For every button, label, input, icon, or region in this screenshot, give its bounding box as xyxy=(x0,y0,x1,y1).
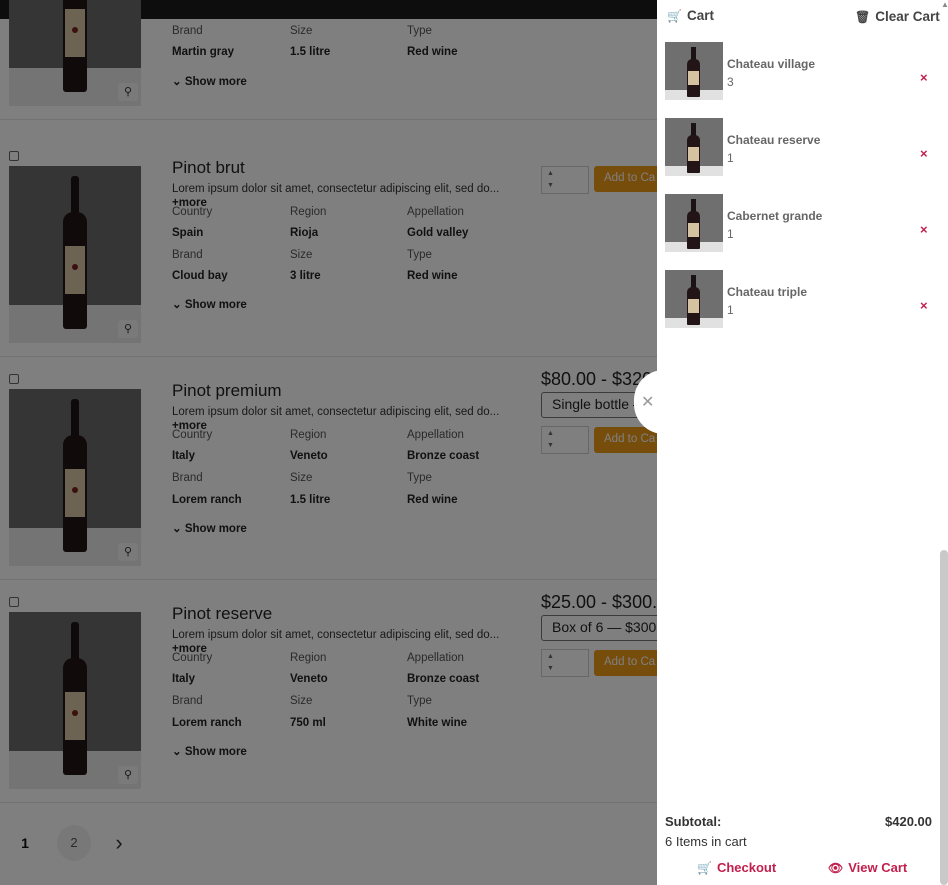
cart-item-thumbnail xyxy=(665,194,723,252)
view-cart-button[interactable]: 👁 View Cart xyxy=(828,860,907,875)
cart-item: Cabernet grande 1 × xyxy=(665,194,940,254)
cart-item-qty: 1 xyxy=(727,303,734,317)
cart-item: Chateau triple 1 × xyxy=(665,270,940,330)
cart-icon: 🛒 xyxy=(697,861,712,875)
eye-icon: 👁 xyxy=(828,861,844,875)
cart-item-qty: 1 xyxy=(727,151,734,165)
cart-header-title: 🛒 Cart xyxy=(667,8,714,23)
remove-item-icon[interactable]: × xyxy=(920,70,928,85)
cart-drawer: 🛒 Cart 🗑 Clear Cart Chateau village 3 × Ch… xyxy=(657,0,948,885)
cart-item-qty: 1 xyxy=(727,227,734,241)
cart-item-name[interactable]: Chateau village xyxy=(727,57,815,71)
remove-item-icon[interactable]: × xyxy=(920,298,928,313)
subtotal-label: Subtotal: xyxy=(665,814,722,829)
cart-item-name[interactable]: Cabernet grande xyxy=(727,209,822,223)
cart-icon: 🛒 xyxy=(667,9,682,23)
cart-item-qty: 3 xyxy=(727,75,734,89)
cart-item-thumbnail xyxy=(665,42,723,100)
subtotal-value: $420.00 xyxy=(885,814,932,829)
cart-item: Chateau village 3 × xyxy=(665,42,940,102)
cart-item-thumbnail xyxy=(665,270,723,328)
remove-item-icon[interactable]: × xyxy=(920,146,928,161)
cart-item-thumbnail xyxy=(665,118,723,176)
cart-item: Chateau reserve 1 × xyxy=(665,118,940,178)
cart-item-name[interactable]: Chateau reserve xyxy=(727,133,820,147)
checkout-button[interactable]: 🛒 Checkout xyxy=(697,860,776,875)
clear-cart-button[interactable]: 🗑 Clear Cart xyxy=(855,9,940,24)
trash-icon: 🗑 xyxy=(855,10,871,24)
scroll-up-icon[interactable]: ▲ xyxy=(941,0,948,9)
cart-scrollbar[interactable] xyxy=(940,550,948,885)
remove-item-icon[interactable]: × xyxy=(920,222,928,237)
items-count: 6 Items in cart xyxy=(665,834,747,849)
cart-item-name[interactable]: Chateau triple xyxy=(727,285,807,299)
close-icon: ✕ xyxy=(641,394,655,411)
